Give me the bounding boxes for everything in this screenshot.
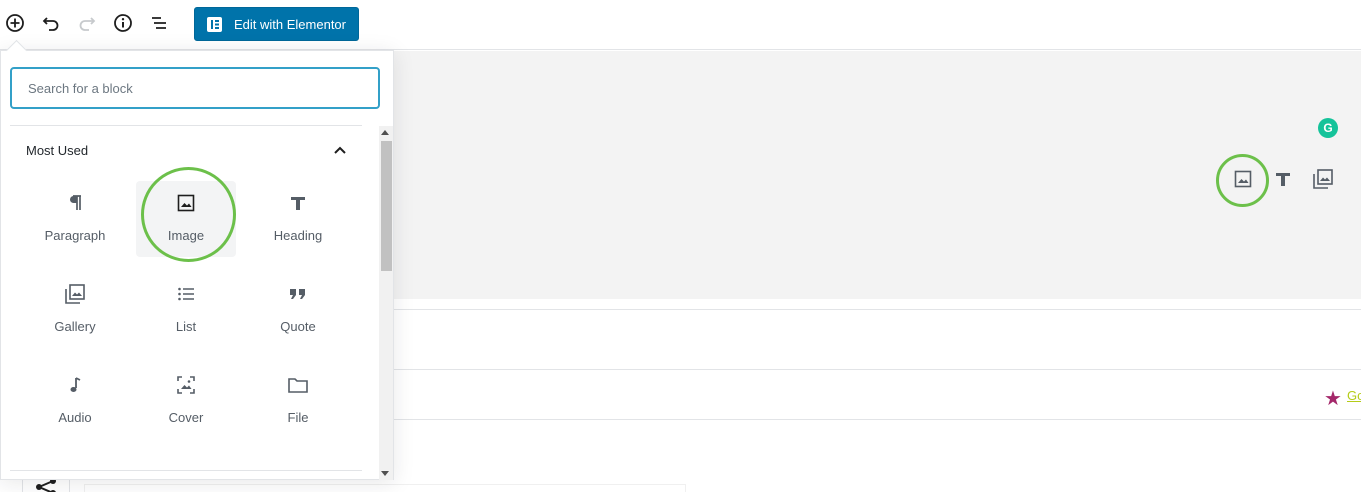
heading-icon xyxy=(286,191,310,215)
folder-icon xyxy=(286,373,310,397)
edit-with-elementor-button[interactable]: Edit with Elementor xyxy=(194,7,359,41)
block-paragraph[interactable]: Paragraph xyxy=(25,176,125,256)
gallery-icon[interactable] xyxy=(1309,165,1337,193)
block-label: Paragraph xyxy=(44,228,106,243)
paragraph-icon xyxy=(63,191,87,215)
star-icon: ★ xyxy=(1324,388,1342,410)
audio-icon xyxy=(63,373,87,397)
content-block-edge xyxy=(84,484,686,492)
chevron-up-icon[interactable] xyxy=(331,141,349,159)
gallery-icon xyxy=(63,282,87,306)
block-cover[interactable]: Cover xyxy=(136,358,236,438)
plus-circle-icon[interactable] xyxy=(4,12,26,34)
block-quote[interactable]: Quote xyxy=(248,267,348,347)
undo-icon[interactable] xyxy=(40,12,62,34)
block-heading[interactable]: Heading xyxy=(248,176,348,256)
grammarly-icon[interactable]: G xyxy=(1318,118,1338,138)
list-icon xyxy=(174,282,198,306)
grammarly-letter: G xyxy=(1323,121,1333,135)
scrollbar-thumb[interactable] xyxy=(381,141,392,271)
cover-icon xyxy=(174,373,198,397)
go-link[interactable]: Go xyxy=(1347,388,1361,403)
divider xyxy=(394,309,1361,310)
editor-toolbar: Edit with Elementor xyxy=(0,0,1361,50)
editor-canvas-area xyxy=(394,51,1361,299)
block-label: Image xyxy=(167,228,205,243)
image-icon[interactable] xyxy=(1229,165,1257,193)
divider xyxy=(394,369,1361,370)
block-search-input[interactable] xyxy=(10,67,380,109)
scroll-down-icon[interactable] xyxy=(381,471,389,476)
block-list[interactable]: List xyxy=(136,267,236,347)
block-gallery[interactable]: Gallery xyxy=(25,267,125,347)
redo-icon[interactable] xyxy=(76,12,98,34)
block-label: List xyxy=(175,319,197,334)
heading-icon[interactable] xyxy=(1269,165,1297,193)
block-file[interactable]: File xyxy=(248,358,348,438)
divider xyxy=(10,470,362,471)
block-audio[interactable]: Audio xyxy=(25,358,125,438)
section-title-most-used: Most Used xyxy=(26,143,89,158)
block-label: Heading xyxy=(273,228,323,243)
quote-icon xyxy=(286,282,310,306)
elementor-button-label: Edit with Elementor xyxy=(234,16,346,32)
block-label: Cover xyxy=(168,410,204,425)
block-label: Audio xyxy=(58,410,92,425)
share-icon[interactable] xyxy=(22,478,70,492)
list-outline-icon[interactable] xyxy=(148,12,170,34)
divider xyxy=(394,419,1361,420)
scroll-up-icon[interactable] xyxy=(381,130,389,135)
elementor-icon xyxy=(207,16,222,32)
block-inserter-panel: Most Used Paragraph Image Heading Galler… xyxy=(0,50,394,480)
block-label: Quote xyxy=(280,319,316,334)
divider xyxy=(10,125,362,126)
image-icon xyxy=(174,191,198,215)
scrollbar[interactable] xyxy=(379,126,393,480)
block-label: File xyxy=(287,410,309,425)
block-label: Gallery xyxy=(54,319,96,334)
info-icon[interactable] xyxy=(112,12,134,34)
block-image[interactable]: Image xyxy=(136,181,236,257)
